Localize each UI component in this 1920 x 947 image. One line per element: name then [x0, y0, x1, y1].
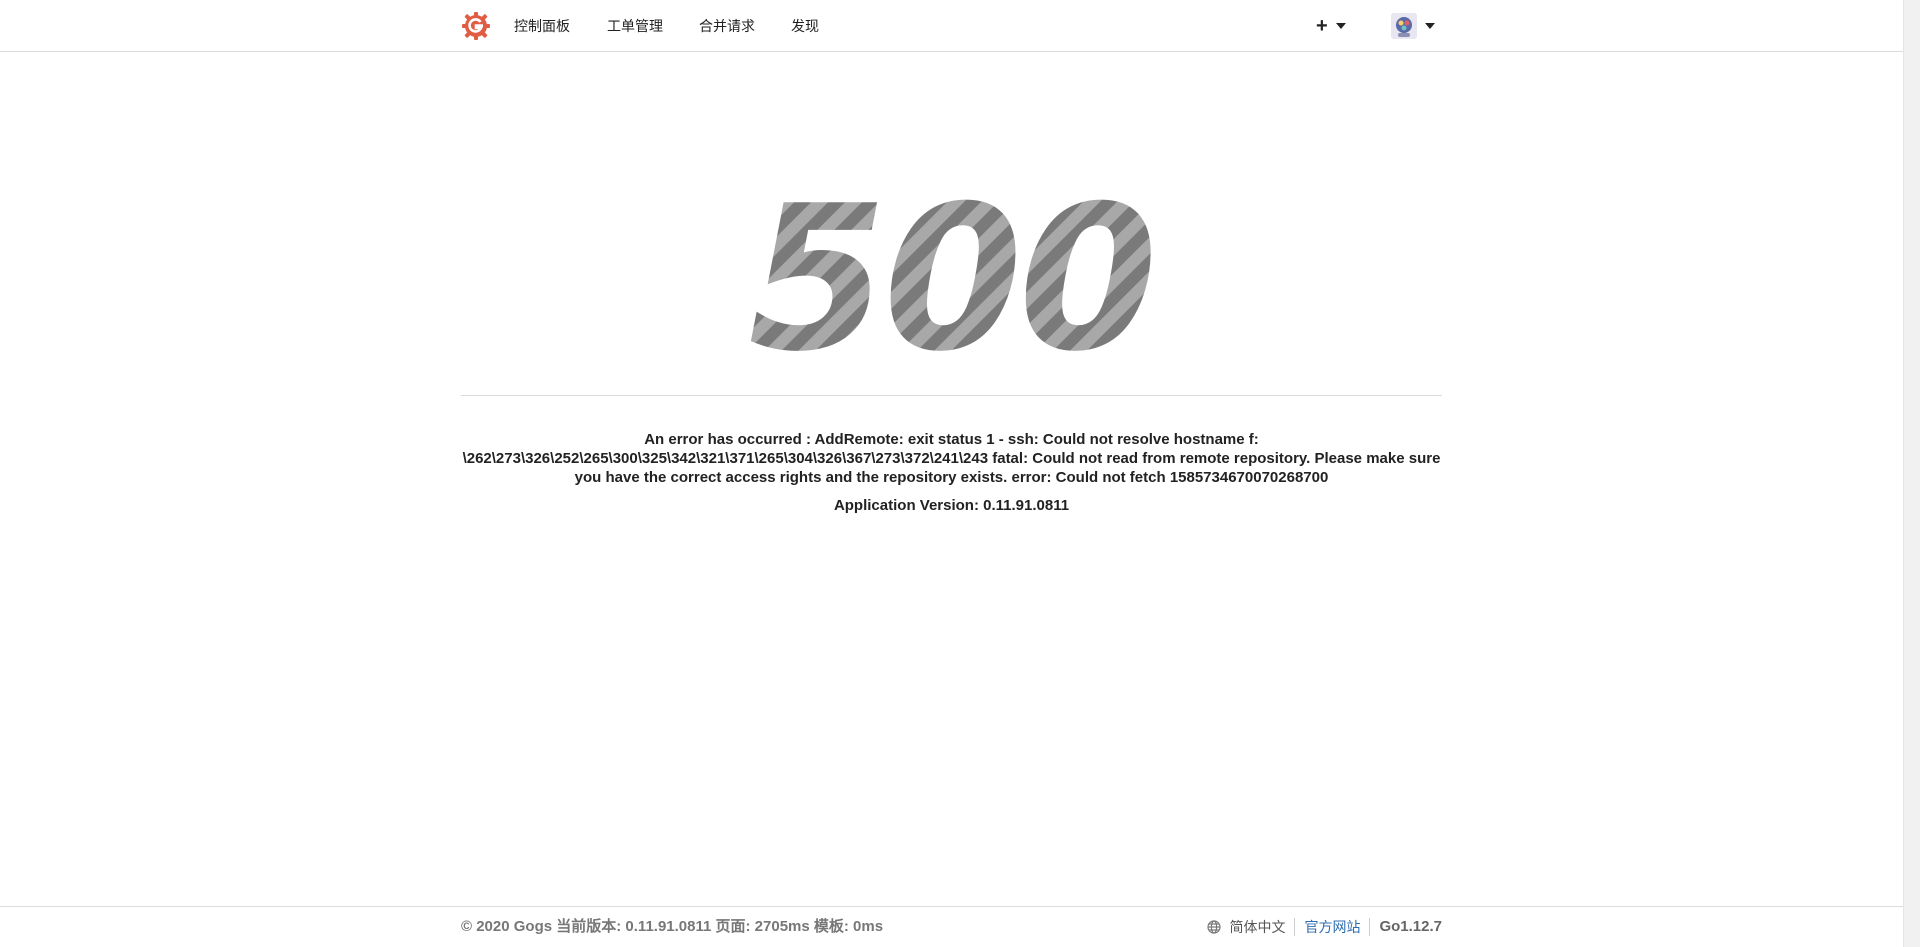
top-navbar: 控制面板 工单管理 合并请求 发现 + — [0, 0, 1903, 52]
official-site-link[interactable]: 官方网站 — [1304, 917, 1360, 937]
go-version: Go1.12.7 — [1379, 918, 1442, 935]
footer-copyright: © 2020 Gogs 当前版本: 0.11.91.0811 页面: 2705m… — [461, 918, 884, 935]
gogs-logo-icon[interactable] — [461, 11, 491, 41]
nav-pull-requests[interactable]: 合并请求 — [699, 16, 755, 36]
plus-icon: + — [1316, 15, 1328, 37]
language-selector[interactable]: 简体中文 — [1207, 917, 1285, 937]
application-version: Application Version: 0.11.91.0811 — [833, 497, 1070, 514]
language-label: 简体中文 — [1229, 919, 1286, 935]
nav-dashboard[interactable]: 控制面板 — [514, 16, 570, 36]
error-code-500: 500 — [748, 163, 1157, 362]
nav-explore[interactable]: 发现 — [791, 16, 819, 36]
avatar-icon — [1391, 13, 1417, 39]
divider — [461, 395, 1442, 396]
create-new-dropdown[interactable]: + — [1316, 13, 1346, 39]
user-menu-dropdown[interactable] — [1391, 13, 1435, 39]
nav-issues[interactable]: 工单管理 — [607, 16, 663, 36]
vertical-scrollbar[interactable] — [1903, 0, 1920, 947]
footer: © 2020 Gogs 当前版本: 0.11.91.0811 页面: 2705m… — [0, 906, 1903, 947]
footer-divider — [1294, 918, 1296, 936]
footer-divider — [1369, 918, 1371, 936]
globe-icon — [1207, 920, 1222, 934]
chevron-down-icon — [1335, 23, 1346, 29]
chevron-down-icon — [1425, 23, 1435, 29]
error-code-text: 500 — [748, 163, 1153, 362]
error-message: An error has occurred : AddRemote: exit … — [462, 431, 1441, 486]
